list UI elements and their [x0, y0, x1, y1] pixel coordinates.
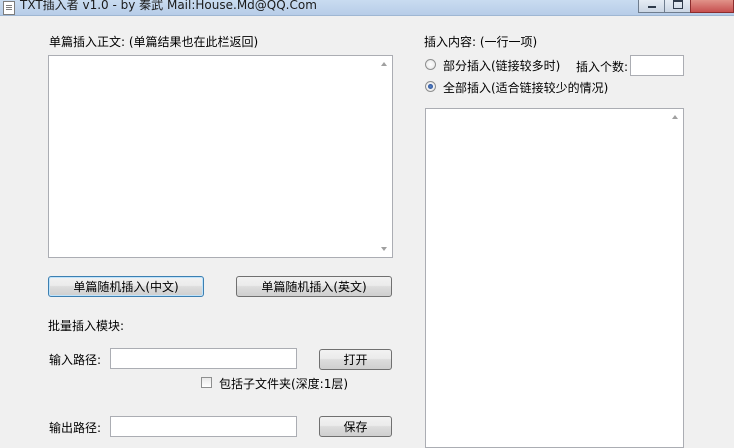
maximize-icon: [672, 0, 683, 9]
open-button[interactable]: 打开: [319, 349, 392, 370]
full-insert-radio[interactable]: [425, 81, 436, 92]
insert-count-field[interactable]: [630, 55, 684, 76]
scroll-up-icon[interactable]: [376, 56, 392, 72]
insert-textarea-scrollbar[interactable]: [667, 109, 683, 447]
app-document-icon: [3, 1, 15, 15]
insert-count-label: 插入个数:: [576, 60, 629, 74]
scroll-down-icon[interactable]: [376, 241, 392, 257]
batch-insert-label: 批量插入模块:: [48, 319, 125, 333]
close-button[interactable]: [690, 0, 734, 13]
partial-insert-radio[interactable]: [425, 59, 436, 70]
single-insert-text: [49, 56, 392, 60]
single-textarea-scrollbar[interactable]: [376, 56, 392, 257]
insert-content-textarea[interactable]: [425, 108, 684, 448]
include-subfolders-label: 包括子文件夹(深度:1层): [219, 377, 349, 391]
window-controls: [638, 0, 734, 14]
output-path-label: 输出路径:: [49, 421, 102, 435]
include-subfolders-checkbox[interactable]: [201, 377, 212, 388]
scroll-up-icon[interactable]: [667, 109, 683, 125]
single-insert-cn-button[interactable]: 单篇随机插入(中文): [48, 276, 204, 297]
window-title: TXT插入者 v1.0 - by 秦武 Mail:House.Md@QQ.Com: [20, 0, 317, 12]
maximize-button[interactable]: [664, 0, 691, 13]
insert-content-label: 插入内容: (一行一项): [424, 35, 538, 49]
partial-insert-label: 部分插入(链接较多时): [443, 59, 561, 73]
minimize-icon: [647, 6, 656, 8]
save-button[interactable]: 保存: [319, 416, 392, 437]
single-insert-en-button[interactable]: 单篇随机插入(英文): [236, 276, 392, 297]
title-bar[interactable]: TXT插入者 v1.0 - by 秦武 Mail:House.Md@QQ.Com: [0, 0, 734, 16]
input-path-label: 输入路径:: [49, 353, 102, 367]
single-insert-label: 单篇插入正文: (单篇结果也在此栏返回): [49, 35, 259, 49]
single-insert-textarea[interactable]: [48, 55, 393, 258]
minimize-button[interactable]: [638, 0, 665, 13]
full-insert-label: 全部插入(适合链接较少的情况): [443, 81, 609, 95]
output-path-field[interactable]: [110, 416, 297, 437]
insert-content-text: [426, 109, 683, 113]
input-path-field[interactable]: [110, 348, 297, 369]
